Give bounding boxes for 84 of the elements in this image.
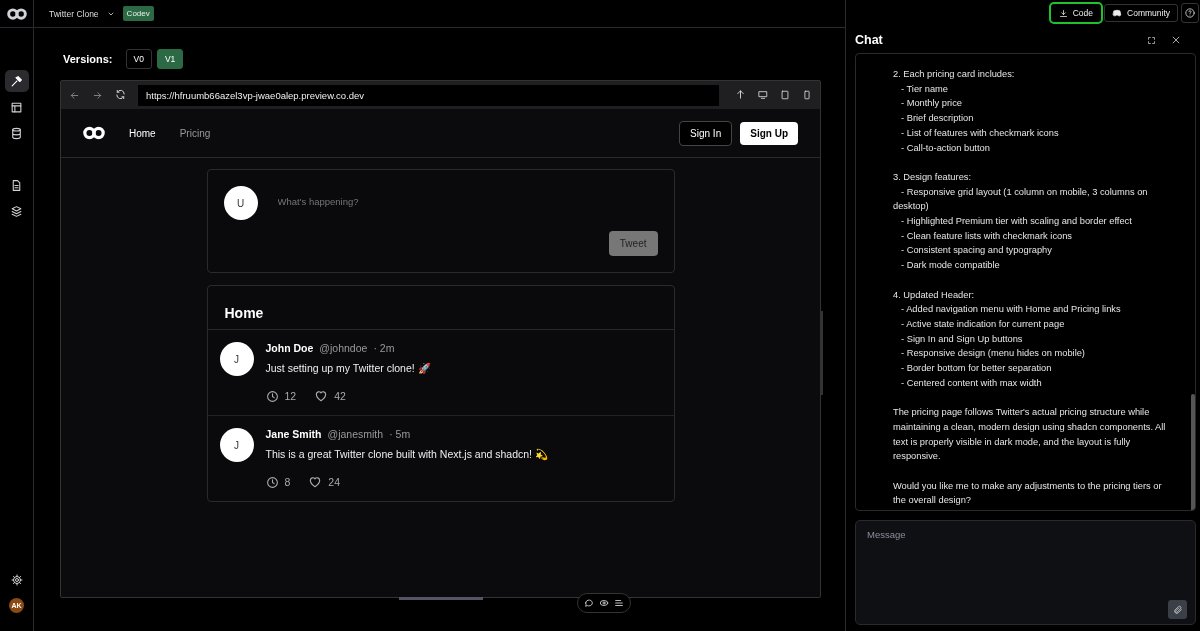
scrollbar[interactable] (820, 311, 823, 395)
list-item: - Consistent spacing and typography (900, 244, 1053, 258)
close-icon[interactable] (1171, 35, 1181, 45)
reply-count[interactable]: 8 (265, 475, 291, 489)
help-icon (1185, 8, 1195, 18)
list-item: - Responsive design (menu hides on mobile) (900, 347, 1086, 361)
list-item: - Monthly price (900, 97, 963, 111)
database-icon (10, 126, 23, 140)
post-time: · 2m (373, 342, 395, 354)
refresh-icon[interactable] (115, 89, 126, 100)
post-time: · 5m (389, 428, 411, 440)
hammer-icon (10, 74, 23, 88)
expand-icon[interactable] (1147, 35, 1156, 45)
nav-link[interactable]: Home (129, 127, 156, 139)
list-item: - Active state indication for current page (900, 317, 1066, 331)
message-field[interactable]: Message (855, 520, 1196, 625)
upload-arrow-icon[interactable] (735, 89, 746, 100)
list-item: - Tier name (900, 82, 949, 96)
like-count[interactable]: 42 (314, 389, 346, 403)
list-item: - Sign In and Sign Up buttons (900, 332, 1024, 346)
document-icon (10, 178, 23, 192)
author-handle: @johndoe (319, 342, 368, 354)
feed-title: Home (207, 286, 674, 330)
workspace-badge: Codev (122, 6, 154, 21)
code-button[interactable]: Code (1050, 4, 1101, 22)
settings-icon[interactable] (10, 574, 23, 586)
list-heading: 2. Each pricing card includes: (893, 68, 1016, 81)
eye-icon[interactable] (599, 598, 609, 608)
tablet-icon[interactable] (780, 90, 790, 100)
comment-icon[interactable] (584, 598, 594, 608)
layers-icon (10, 204, 23, 218)
heart-icon (308, 475, 323, 489)
list-item: - Call-to-action button (900, 141, 991, 155)
download-icon (1058, 8, 1068, 18)
back-arrow-icon[interactable] (69, 89, 80, 101)
help-button[interactable] (1181, 3, 1199, 23)
author-handle: @janesmith (327, 428, 384, 440)
desktop-icon[interactable] (758, 90, 768, 100)
compose-field[interactable]: What's happening? (277, 194, 658, 208)
list-item: - Responsive grid layout (1 column on mobile, 3 columns on desktop) (893, 185, 1149, 214)
list-item: - Brief description (900, 112, 975, 126)
list-item: - Dark mode compatible (900, 259, 1001, 273)
clock-icon (265, 389, 279, 403)
nav-link[interactable]: Pricing (179, 127, 211, 139)
community-button[interactable]: Community (1104, 4, 1178, 22)
heart-icon (314, 389, 329, 403)
attach-button[interactable] (1168, 600, 1187, 619)
reply-count[interactable]: 12 (265, 389, 297, 403)
list-heading: 4. Updated Header: (893, 288, 976, 302)
version-tab[interactable]: V0 (125, 49, 152, 69)
post-text: This is a great Twitter clone built with Next.js and shadcn! 💫 (265, 448, 548, 461)
list-item: - Highlighted Premium tier with scaling and border effect (900, 215, 1133, 228)
chat-title: Chat (855, 33, 884, 47)
message-paragraph: Would you like me to make any adjustments to the pricing tiers or the overall design? (893, 479, 1163, 508)
list-item: - Border bottom for better separation (900, 362, 1053, 376)
post-text: Just setting up my Twitter clone! 🚀 (265, 362, 431, 375)
avatar: J (219, 342, 254, 376)
phone-icon[interactable] (802, 90, 812, 100)
tweet-button[interactable]: Tweet (608, 231, 658, 256)
like-count[interactable]: 24 (308, 475, 341, 489)
url-field[interactable]: https://hfruumb66azel3vp-jwae0alep.preview.co.dev (138, 84, 719, 106)
list-item: - Centered content with max width (900, 376, 1043, 390)
sign-in-button[interactable]: Sign In (679, 120, 733, 146)
sign-up-button[interactable]: Sign Up (740, 121, 798, 145)
versions-label: Versions: (63, 53, 113, 65)
list-item: - Added navigation menu with Home and Pricing links (900, 303, 1122, 317)
list-item: - Clean feature lists with checkmark icons (900, 229, 1074, 243)
author-name: John Doe (265, 342, 314, 354)
avatar: U (223, 186, 258, 220)
scrollbar[interactable] (1191, 394, 1195, 510)
clock-icon (265, 475, 279, 489)
avatar: J (219, 428, 254, 462)
list-icon[interactable] (614, 598, 624, 608)
author-name: Jane Smith (265, 428, 322, 440)
version-tab[interactable]: V1 (156, 49, 184, 69)
sidebar-tool[interactable] (4, 70, 29, 92)
resize-handle[interactable] (399, 597, 483, 600)
list-heading: 3. Design features: (893, 170, 973, 184)
list-item: - List of features with checkmark icons (900, 126, 1060, 140)
layout-icon (10, 100, 23, 114)
project-selector[interactable]: Twitter Clone (49, 8, 99, 19)
message-paragraph: The pricing page follows Twitter's actual pricing structure while maintaining a clean, modern design using shadcn components. All text is properly visible in dark mode, and the layout is fully responsive. (893, 406, 1167, 464)
paperclip-icon (1172, 604, 1183, 615)
forward-arrow-icon[interactable] (92, 89, 103, 101)
